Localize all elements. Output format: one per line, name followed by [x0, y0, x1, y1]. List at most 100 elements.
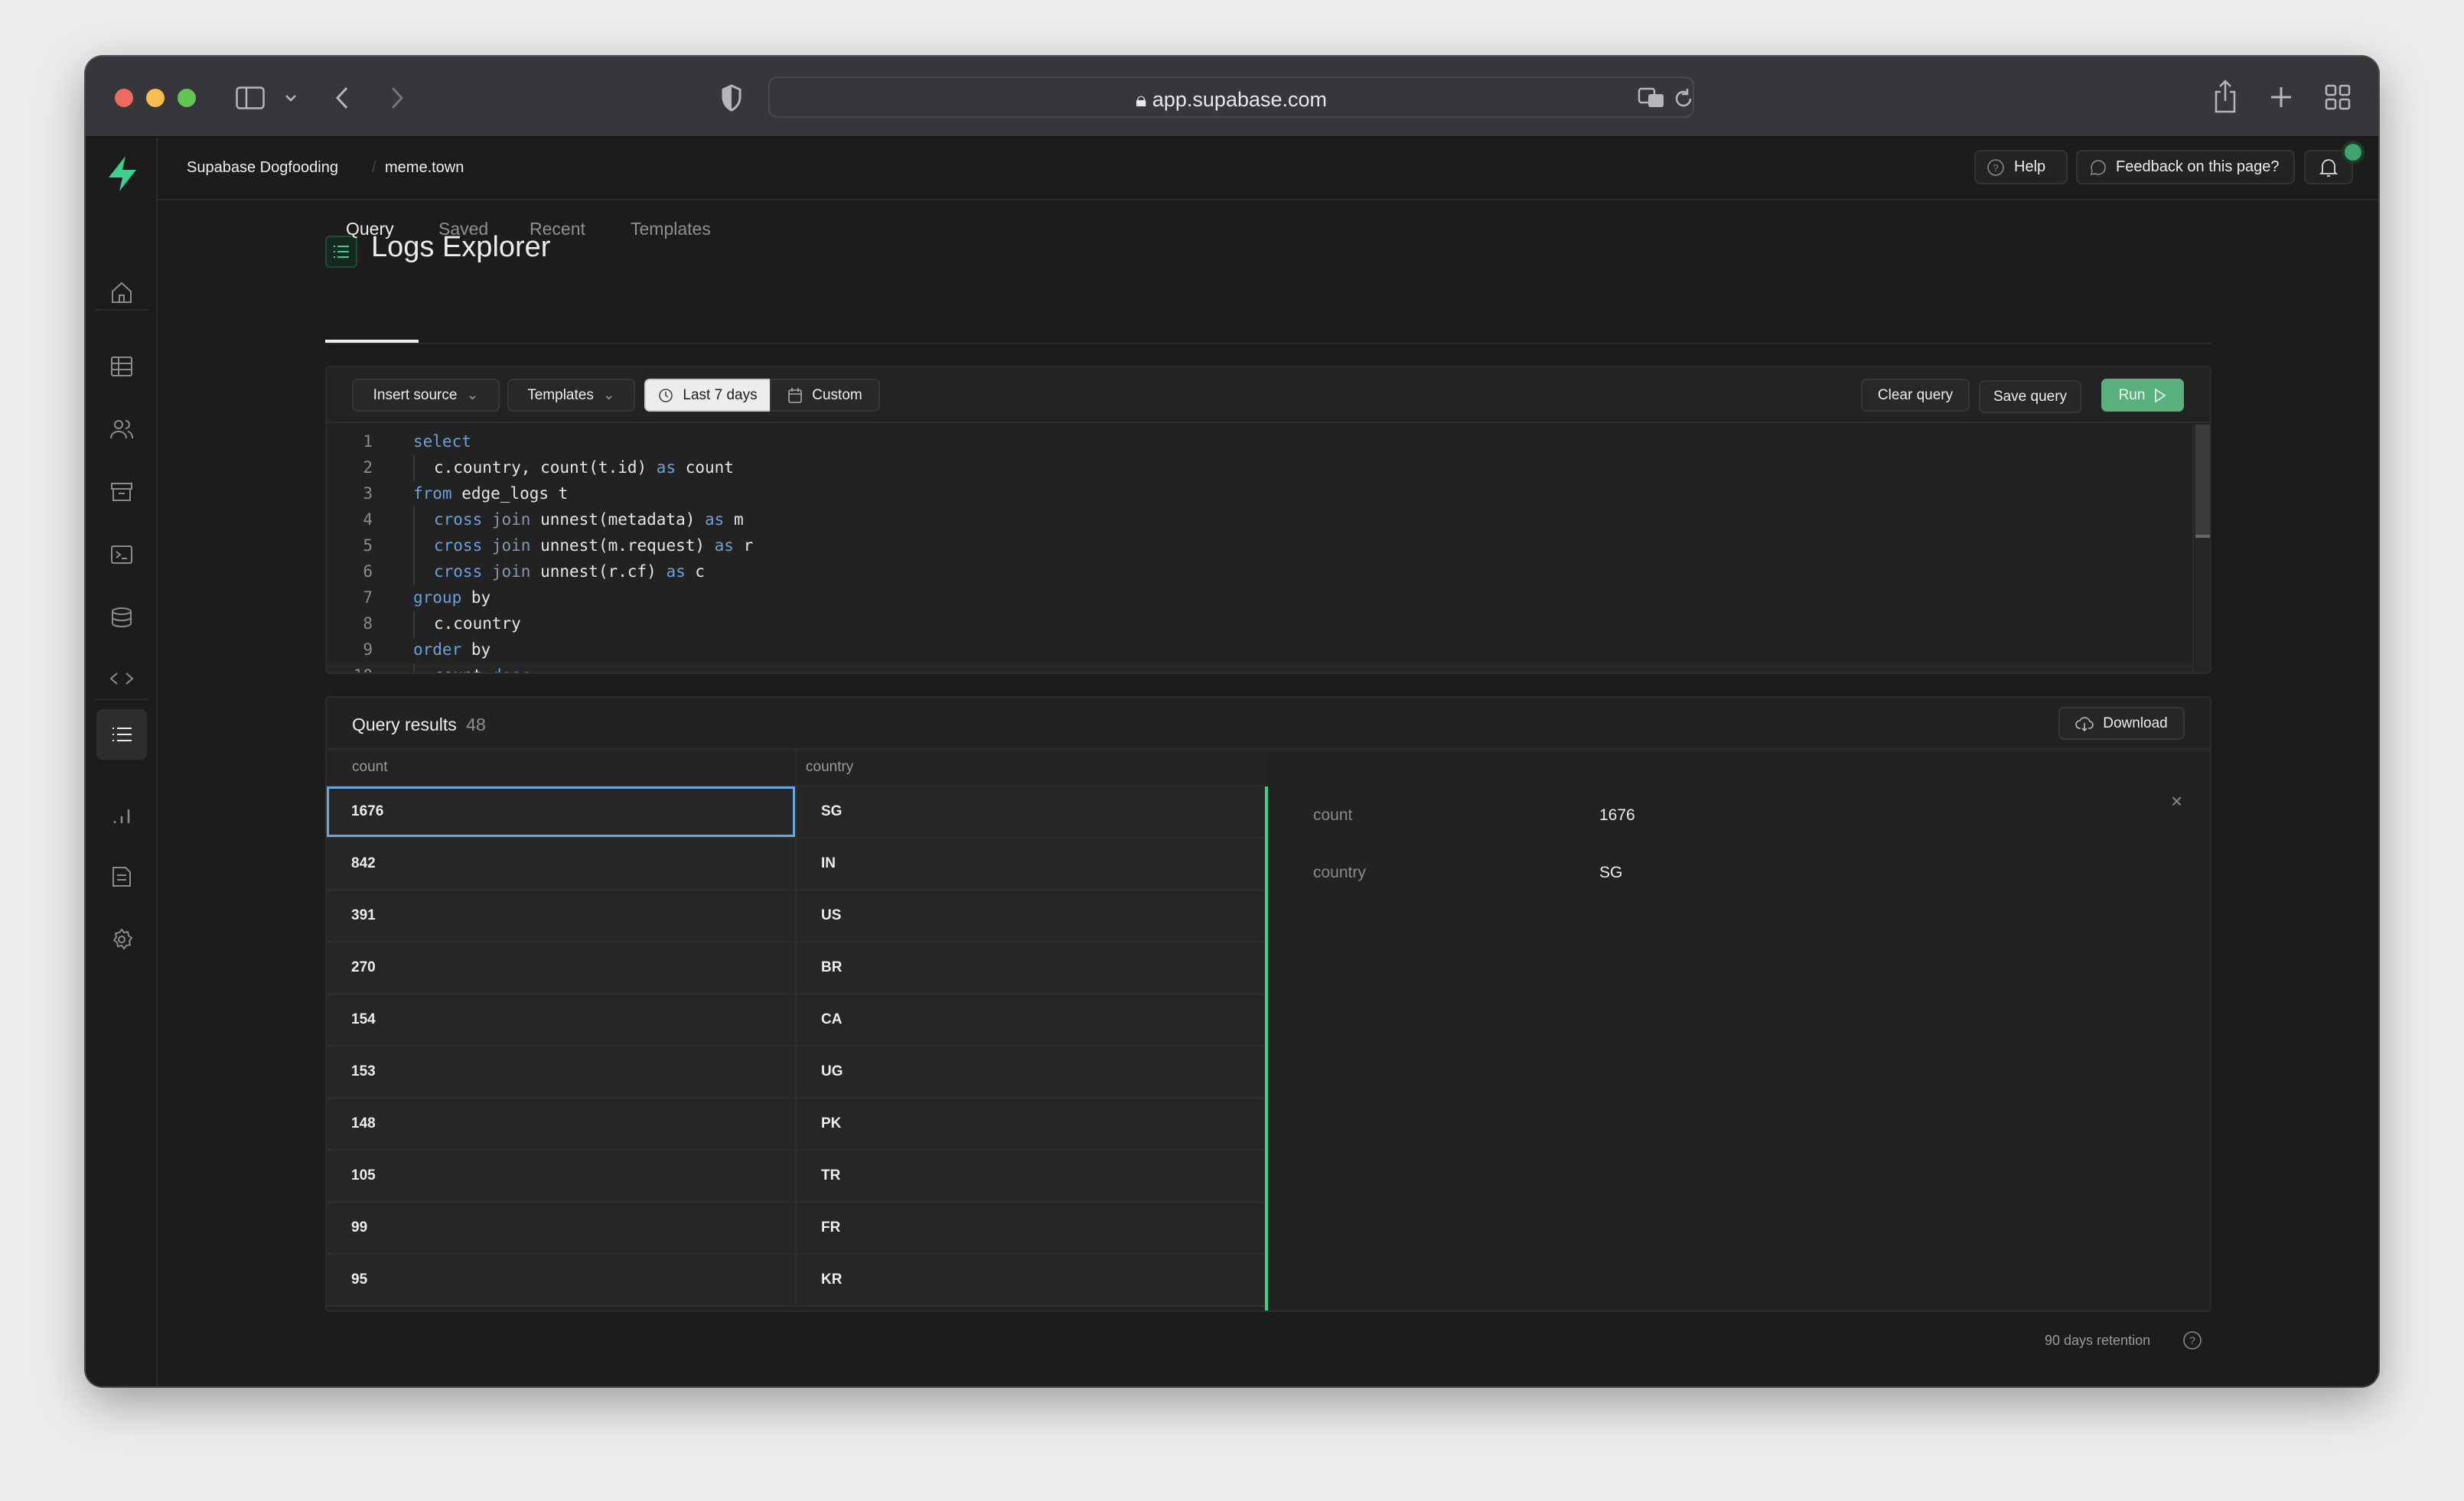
code-line[interactable]: 4 cross join unnest(metadata) as m — [327, 507, 2194, 533]
panel-resize-handle[interactable] — [1265, 786, 1268, 1311]
table-editor-icon[interactable] — [103, 348, 140, 385]
breadcrumb-separator: / — [372, 159, 376, 176]
tab-query[interactable]: Query — [346, 219, 394, 239]
feedback-label: Feedback on this page? — [2116, 158, 2280, 175]
table-row[interactable]: 153 UG — [327, 1047, 1265, 1099]
cell-count[interactable]: 842 — [327, 838, 795, 889]
cell-count[interactable]: 154 — [327, 995, 795, 1045]
table-row[interactable]: 95 KR — [327, 1255, 1265, 1307]
database-icon[interactable] — [103, 599, 140, 636]
scrollbar-thumb[interactable] — [2195, 425, 2210, 538]
cell-country[interactable]: US — [795, 891, 1265, 941]
tab-overview-icon[interactable] — [2325, 84, 2351, 110]
calendar-icon — [788, 387, 803, 403]
sql-editor-icon[interactable] — [103, 536, 140, 573]
forward-icon[interactable] — [389, 86, 406, 110]
table-row[interactable]: 99 FR — [327, 1203, 1265, 1255]
close-detail-icon[interactable]: × — [2171, 790, 2182, 813]
sql-text: count — [676, 458, 734, 477]
code-line[interactable]: 2 c.country, count(t.id) as count — [327, 455, 2194, 481]
clear-query-button[interactable]: Clear query — [1861, 379, 1970, 412]
sidebar-toggle-icon[interactable] — [236, 86, 265, 109]
sql-text: unnest(r.cf) — [530, 562, 667, 581]
code-line[interactable]: 10 count desc — [327, 663, 2194, 672]
cell-country[interactable]: KR — [795, 1255, 1265, 1305]
cell-country[interactable]: IN — [795, 838, 1265, 889]
cell-count[interactable]: 1676 — [327, 786, 795, 837]
home-icon[interactable] — [103, 274, 140, 311]
cell-count[interactable]: 99 — [327, 1203, 795, 1253]
tab-templates[interactable]: Templates — [631, 219, 711, 239]
translate-icon[interactable] — [1638, 87, 1665, 109]
address-bar[interactable]: 🔒︎ app.supabase.com — [768, 77, 1694, 118]
shield-icon[interactable] — [721, 84, 742, 112]
cell-country[interactable]: PK — [795, 1099, 1265, 1149]
sql-keyword: join — [482, 562, 531, 581]
share-icon[interactable] — [2213, 80, 2237, 113]
cell-count[interactable]: 153 — [327, 1047, 795, 1097]
cell-count[interactable]: 270 — [327, 943, 795, 993]
run-button[interactable]: Run — [2101, 379, 2184, 412]
api-code-icon[interactable] — [103, 660, 140, 697]
docs-icon[interactable] — [103, 858, 140, 895]
cell-count[interactable]: 95 — [327, 1255, 795, 1305]
cell-count[interactable]: 148 — [327, 1099, 795, 1149]
cell-country[interactable]: TR — [795, 1151, 1265, 1201]
sql-keyword: join — [482, 536, 531, 555]
code-line[interactable]: 3 from edge_logs t — [327, 481, 2194, 507]
detail-key: count — [1313, 806, 1353, 824]
table-row[interactable]: 391 US — [327, 891, 1265, 943]
table-row[interactable]: 154 CA — [327, 995, 1265, 1047]
cell-country[interactable]: FR — [795, 1203, 1265, 1253]
cell-country[interactable]: UG — [795, 1047, 1265, 1097]
cell-count[interactable]: 391 — [327, 891, 795, 941]
tab-saved[interactable]: Saved — [438, 219, 488, 239]
reports-icon[interactable] — [103, 797, 140, 834]
templates-dropdown[interactable]: Templates ⌄ — [507, 379, 635, 412]
table-row[interactable]: 105 TR — [327, 1151, 1265, 1203]
reload-icon[interactable] — [1673, 87, 1694, 110]
column-header-country[interactable]: country — [806, 759, 853, 776]
code-line[interactable]: 6 cross join unnest(r.cf) as c — [327, 559, 2194, 585]
svg-text:?: ? — [2189, 1334, 2195, 1346]
maximize-window-button[interactable] — [178, 89, 196, 107]
table-row[interactable]: 270 BR — [327, 943, 1265, 995]
insert-source-dropdown[interactable]: Insert source ⌄ — [352, 379, 500, 412]
cell-country[interactable]: BR — [795, 943, 1265, 993]
storage-icon[interactable] — [103, 474, 140, 510]
svg-text:?: ? — [1993, 162, 1998, 174]
logs-explorer-icon[interactable] — [96, 709, 147, 760]
breadcrumb-project[interactable]: meme.town — [385, 159, 464, 177]
tab-recent[interactable]: Recent — [530, 219, 585, 239]
cell-count[interactable]: 105 — [327, 1151, 795, 1201]
supabase-logo[interactable] — [106, 155, 139, 193]
help-button[interactable]: ? Help — [1974, 150, 2068, 184]
minimize-window-button[interactable] — [146, 89, 165, 107]
code-line[interactable]: 8 c.country — [327, 611, 2194, 637]
new-tab-icon[interactable] — [2270, 86, 2293, 109]
code-line[interactable]: 9 order by — [327, 637, 2194, 663]
chevron-down-icon[interactable] — [285, 93, 297, 103]
cell-country[interactable]: CA — [795, 995, 1265, 1045]
close-window-button[interactable] — [115, 89, 133, 107]
help-circle-icon[interactable]: ? — [2182, 1330, 2202, 1350]
back-icon[interactable] — [334, 86, 350, 110]
table-row[interactable]: 148 PK — [327, 1099, 1265, 1151]
last-7-days-button[interactable]: Last 7 days — [644, 379, 771, 412]
users-icon[interactable] — [103, 411, 140, 448]
table-row[interactable]: 842 IN — [327, 838, 1265, 891]
save-query-button[interactable]: Save query — [1979, 380, 2081, 413]
settings-gear-icon[interactable] — [103, 921, 140, 958]
column-header-count[interactable]: count — [352, 759, 387, 776]
custom-range-button[interactable]: Custom — [770, 379, 880, 412]
cell-country[interactable]: SG — [795, 786, 1265, 837]
code-line[interactable]: 5 cross join unnest(m.request) as r — [327, 533, 2194, 559]
code-line[interactable]: 7 group by — [327, 585, 2194, 611]
breadcrumb-org[interactable]: Supabase Dogfooding — [187, 159, 338, 177]
sql-editor[interactable]: 1 select 2 c.country, count(t.id) as count 3… — [327, 425, 2194, 672]
download-button[interactable]: Download — [2058, 707, 2185, 740]
feedback-button[interactable]: Feedback on this page? — [2076, 150, 2295, 184]
editor-scrollbar[interactable] — [2192, 425, 2210, 672]
table-row[interactable]: 1676 SG — [327, 786, 1265, 838]
code-line[interactable]: 1 select — [327, 429, 2194, 455]
